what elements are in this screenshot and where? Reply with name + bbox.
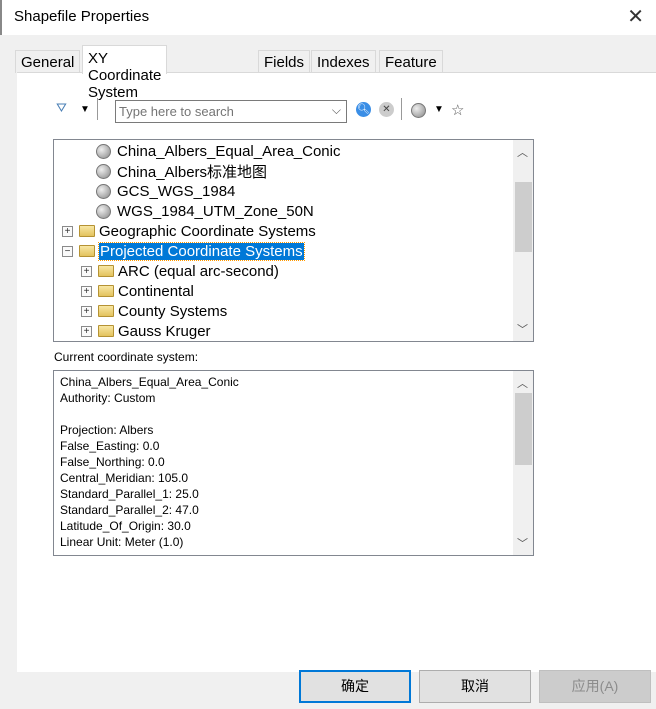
tree-item[interactable]: China_Albers_Equal_Area_Conic [96, 141, 340, 161]
detail-line: Central_Meridian: 105.0 [60, 471, 189, 485]
tree-item[interactable]: WGS_1984_UTM_Zone_50N [96, 201, 314, 221]
tree-item[interactable]: + ARC (equal arc-second) [81, 261, 279, 281]
tree-item-label: Geographic Coordinate Systems [99, 222, 316, 240]
add-to-favorites-icon[interactable]: ☆ [451, 101, 464, 119]
globe-icon [96, 203, 111, 219]
expand-icon[interactable]: + [81, 305, 92, 317]
tree-item-label: GCS_WGS_1984 [117, 182, 236, 200]
tree-item-label: Gauss Kruger [118, 322, 211, 340]
current-coordinate-system-label: Current coordinate system: [54, 350, 199, 364]
scroll-up-icon[interactable]: ︿ [517, 375, 528, 391]
chevron-down-icon[interactable]: ⌵ [332, 103, 341, 118]
tab-feature-extent[interactable]: Feature Extent [379, 50, 443, 88]
detail-line: Latitude_Of_Origin: 30.0 [60, 519, 191, 533]
tree-item[interactable]: + Continental [81, 281, 194, 301]
folder-icon [98, 325, 114, 337]
detail-line: Linear Unit: Meter (1.0) [60, 535, 184, 549]
tree-item[interactable]: China_Albers标准地图 [96, 161, 267, 181]
tab-fields[interactable]: Fields [258, 50, 311, 73]
scroll-down-icon[interactable]: ﹀ [517, 321, 528, 337]
cancel-button[interactable]: 取消 [419, 670, 531, 703]
detail-line: Standard_Parallel_2: 47.0 [60, 503, 199, 517]
detail-line: Standard_Parallel_1: 25.0 [60, 487, 199, 501]
filter-dropdown-icon[interactable]: ▼ [80, 104, 90, 115]
tab-indexes[interactable]: Indexes [311, 50, 376, 73]
tree-item[interactable]: GCS_WGS_1984 [96, 181, 235, 201]
detail-line: Projection: Albers [60, 423, 154, 437]
detail-line: China_Albers_Equal_Area_Conic [60, 375, 239, 389]
folder-icon [98, 285, 114, 297]
title-bar: Shapefile Properties ✕ [0, 0, 656, 35]
expand-icon[interactable]: + [62, 225, 73, 237]
detail-line: False_Easting: 0.0 [60, 439, 160, 453]
globe-icon [96, 183, 111, 199]
ok-button[interactable]: 确定 [299, 670, 411, 703]
coordinate-system-tree[interactable]: China_Albers_Equal_Area_Conic China_Albe… [53, 139, 534, 342]
folder-icon [98, 265, 114, 277]
scroll-up-icon[interactable]: ︿ [517, 144, 528, 160]
folder-icon [79, 225, 95, 237]
filter-icon[interactable]: ⛛ [56, 100, 67, 116]
scrollbar-thumb[interactable] [515, 182, 532, 252]
globe-icon [96, 163, 111, 179]
current-coordinate-system-details: China_Albers_Equal_Area_Conic Authority:… [53, 370, 534, 556]
expand-icon[interactable]: + [81, 265, 92, 277]
globe-icon [96, 143, 111, 159]
scroll-down-icon[interactable]: ﹀ [517, 535, 528, 551]
apply-button[interactable]: 应用(A) [539, 670, 651, 703]
toolbar-divider [401, 98, 402, 120]
toolbar-divider [97, 98, 98, 120]
close-icon[interactable]: ✕ [627, 4, 644, 29]
add-coordinate-system-icon[interactable] [411, 103, 426, 118]
search-field[interactable] [116, 101, 321, 122]
clear-search-icon[interactable]: ✕ [379, 102, 394, 117]
folder-icon [98, 305, 114, 317]
detail-line: False_Northing: 0.0 [60, 455, 165, 469]
tree-item-label: China_Albers_Equal_Area_Conic [117, 142, 341, 160]
expand-icon[interactable]: + [81, 325, 92, 337]
scrollbar-thumb[interactable] [515, 393, 532, 465]
tree-item[interactable]: + Geographic Coordinate Systems [62, 221, 316, 241]
tree-item-label: ARC (equal arc-second) [118, 262, 279, 280]
tree-item[interactable]: + County Systems [81, 301, 227, 321]
tree-item-selected[interactable]: − Projected Coordinate Systems [62, 241, 305, 261]
tree-item-label: County Systems [118, 302, 228, 320]
window-title: Shapefile Properties [14, 8, 150, 25]
expand-icon[interactable]: + [81, 285, 92, 297]
tab-general[interactable]: General [15, 50, 81, 73]
tree-item-label: Projected Coordinate Systems [98, 241, 305, 261]
tree-item-label: Continental [118, 282, 194, 300]
details-scrollbar[interactable]: ︿ ﹀ [513, 371, 533, 555]
collapse-icon[interactable]: − [62, 245, 73, 257]
search-icon[interactable]: 🔍︎ [356, 102, 371, 117]
globe-dropdown-icon[interactable]: ▼ [434, 104, 444, 115]
tree-item-label: WGS_1984_UTM_Zone_50N [117, 202, 314, 220]
detail-line: Authority: Custom [60, 391, 156, 405]
open-folder-icon [79, 245, 95, 257]
tree-item-label: China_Albers标准地图 [117, 163, 268, 181]
tree-scrollbar[interactable]: ︿ ﹀ [513, 140, 533, 341]
search-input[interactable]: ⌵ [115, 100, 347, 123]
tree-item[interactable]: + Gauss Kruger [81, 321, 211, 341]
tab-xy-coordinate-system[interactable]: XY Coordinate System [82, 45, 168, 101]
